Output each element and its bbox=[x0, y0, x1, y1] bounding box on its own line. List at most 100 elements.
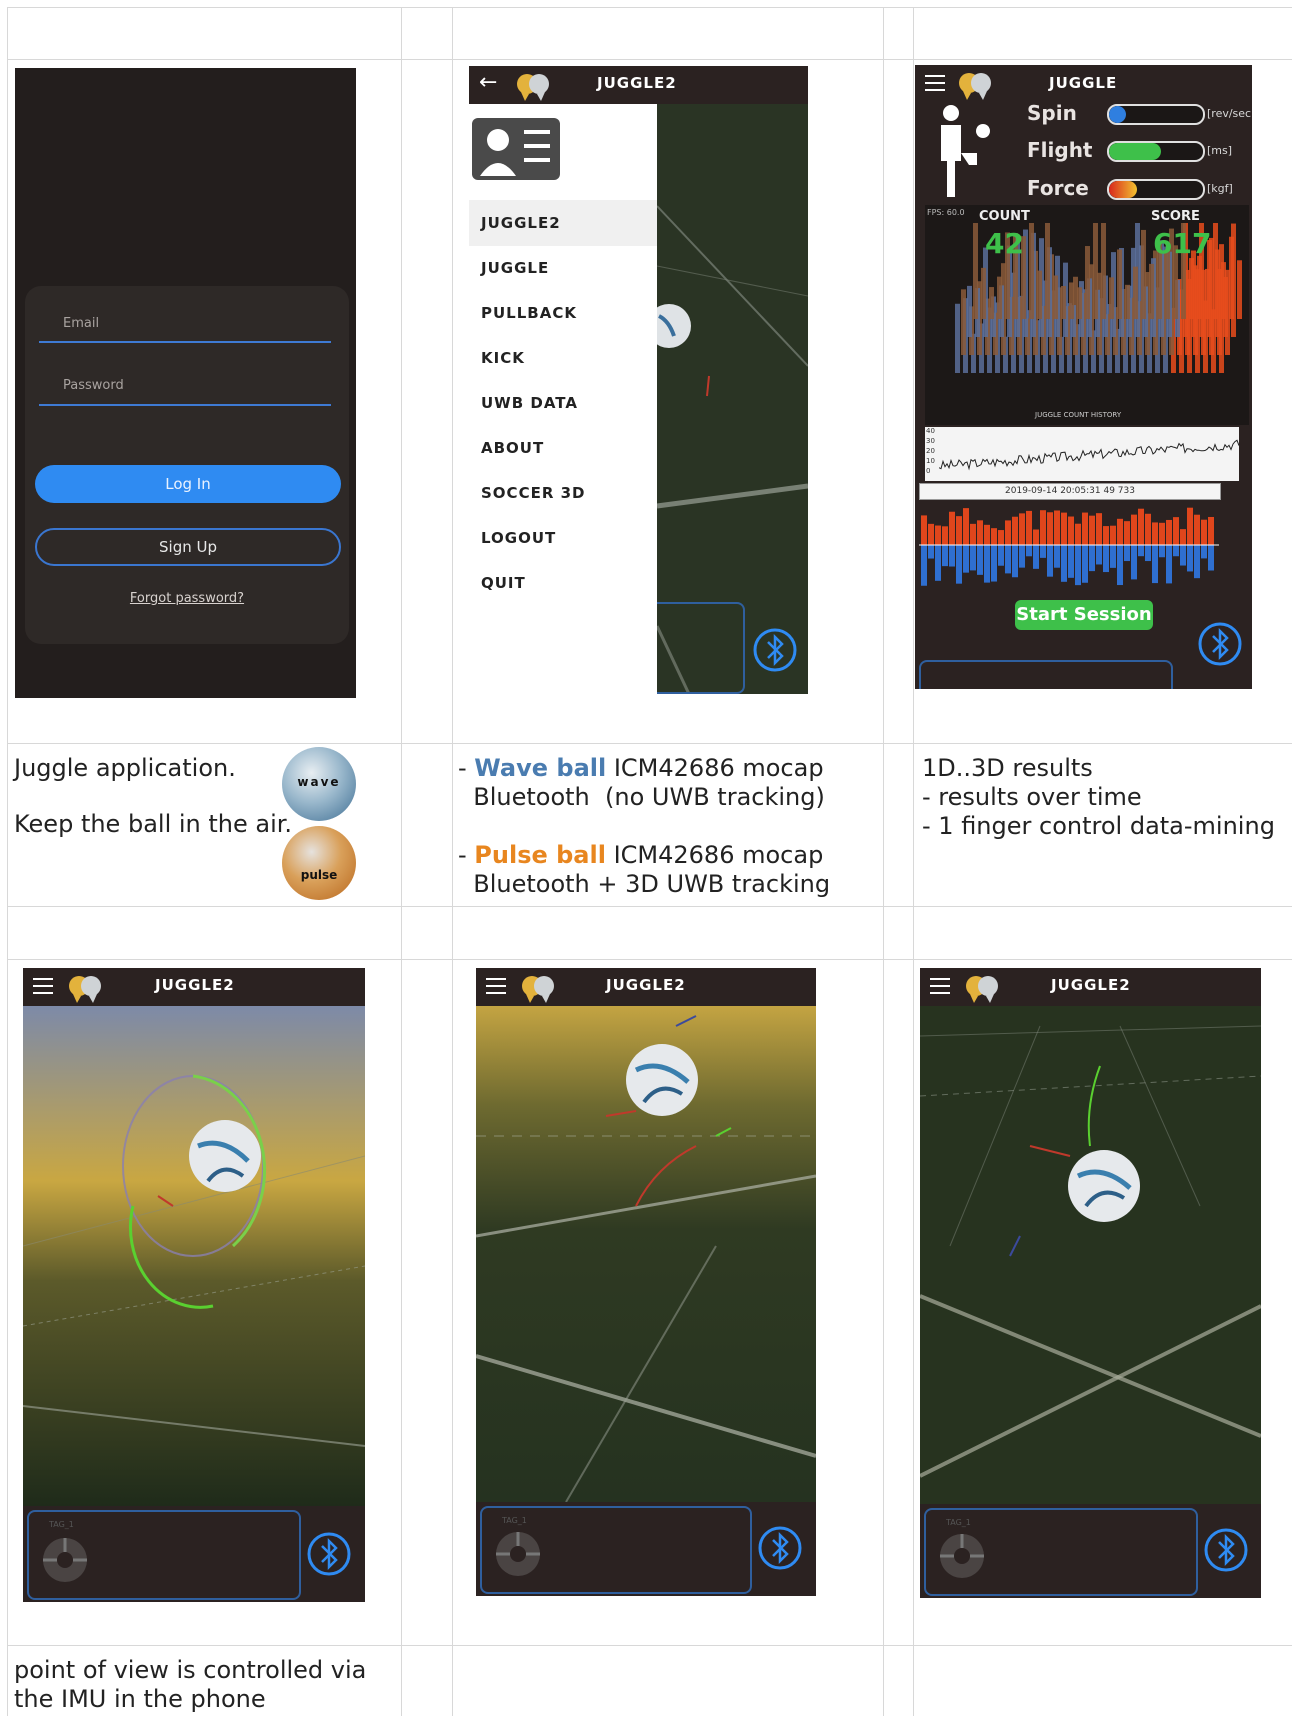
wave-ball-spec: ICM42686 mocap bbox=[606, 754, 824, 782]
lower-bar bbox=[991, 545, 997, 582]
menu-item-uwb-data[interactable]: UWB DATA bbox=[481, 394, 578, 412]
lower-bar bbox=[1082, 545, 1088, 583]
upper-bar bbox=[1173, 517, 1179, 545]
lower-bar bbox=[1110, 545, 1116, 568]
lower-bar bbox=[1040, 545, 1046, 558]
keep-ball-description: Keep the ball in the air. bbox=[14, 810, 293, 838]
app-title: JUGGLE2 bbox=[1051, 976, 1131, 994]
grid-vline bbox=[452, 7, 453, 1716]
bluetooth-icon[interactable] bbox=[1202, 1526, 1250, 1574]
upper-bar bbox=[928, 523, 934, 545]
3d-field-view[interactable] bbox=[476, 1006, 816, 1502]
lower-bar bbox=[1166, 545, 1172, 584]
lower-bar bbox=[1208, 545, 1214, 571]
password-field[interactable]: Password bbox=[63, 378, 124, 393]
3d-field-view[interactable] bbox=[920, 1006, 1261, 1504]
app-title: JUGGLE2 bbox=[606, 976, 686, 994]
grid-vline bbox=[7, 7, 8, 1716]
mirrored-bars[interactable] bbox=[919, 501, 1219, 589]
lower-bar bbox=[921, 545, 927, 586]
lower-bar bbox=[1152, 545, 1158, 584]
medal-icon bbox=[959, 73, 991, 100]
bluetooth-icon[interactable] bbox=[1196, 620, 1244, 668]
upper-bar bbox=[1040, 510, 1046, 545]
login-button[interactable]: Log In bbox=[35, 465, 341, 503]
menu-item-juggle2[interactable]: JUGGLE2 bbox=[481, 214, 561, 232]
bottom-panel: TAG_1 bbox=[476, 1502, 816, 1596]
bluetooth-icon[interactable] bbox=[751, 626, 799, 674]
menu-item-about[interactable]: ABOUT bbox=[481, 439, 544, 457]
upper-bar bbox=[977, 520, 983, 545]
upper-bar bbox=[984, 524, 990, 545]
medal-icon bbox=[517, 74, 549, 101]
lower-bar bbox=[1201, 545, 1207, 559]
medal-icon bbox=[966, 976, 998, 1003]
hamburger-menu-icon[interactable] bbox=[33, 978, 53, 994]
upper-bar bbox=[963, 508, 969, 545]
lower-bar bbox=[1117, 545, 1123, 586]
email-field[interactable]: Email bbox=[63, 316, 99, 331]
history-bar bbox=[973, 223, 978, 319]
upper-bar bbox=[1208, 516, 1214, 545]
grid-hline bbox=[7, 743, 1292, 744]
forgot-password-link[interactable]: Forgot password? bbox=[25, 591, 349, 606]
y-tick: 40 bbox=[926, 427, 935, 435]
back-arrow-icon[interactable]: ← bbox=[479, 70, 497, 95]
device-panel[interactable]: TAG_1 bbox=[924, 1508, 1198, 1596]
menu-item-pullback[interactable]: PULLBACK bbox=[481, 304, 577, 322]
wave-ball-label: wave bbox=[297, 775, 341, 789]
lower-bar bbox=[1194, 545, 1200, 579]
3d-field-view[interactable] bbox=[23, 1006, 365, 1506]
timestamp-bar: 2019-09-14 20:05:31 49 733 bbox=[919, 483, 1221, 500]
start-session-button[interactable]: Start Session bbox=[1015, 600, 1153, 630]
upper-bar bbox=[935, 525, 941, 545]
menu-item-juggle[interactable]: JUGGLE bbox=[481, 259, 549, 277]
history-bar bbox=[1237, 260, 1242, 319]
history-bar bbox=[989, 287, 994, 319]
history-bar bbox=[1101, 223, 1106, 319]
menu-item-logout[interactable]: LOGOUT bbox=[481, 529, 556, 547]
pulse-ball-prefix: - bbox=[458, 841, 475, 869]
juggle-app-description: Juggle application. bbox=[14, 754, 236, 782]
hamburger-menu-icon[interactable] bbox=[930, 978, 950, 994]
menu-item-soccer-3d[interactable]: SOCCER 3D bbox=[481, 484, 585, 502]
history-bar bbox=[1077, 287, 1082, 319]
grid-hline bbox=[7, 959, 1292, 960]
history-bar bbox=[1037, 270, 1042, 319]
spin-gauge-fill bbox=[1109, 106, 1126, 123]
bottom-panel: TAG_1 bbox=[920, 1504, 1261, 1598]
history-bar bbox=[1133, 266, 1138, 319]
bluetooth-icon[interactable] bbox=[305, 1530, 353, 1578]
force-gauge-fill bbox=[1109, 181, 1138, 198]
upper-bar bbox=[1061, 512, 1067, 545]
upper-bar bbox=[1124, 521, 1130, 545]
device-panel[interactable] bbox=[919, 660, 1173, 689]
upper-bar bbox=[1201, 519, 1207, 545]
lower-bar bbox=[928, 545, 934, 559]
device-panel[interactable]: TAG_1 bbox=[480, 1506, 752, 1594]
signup-button[interactable]: Sign Up bbox=[35, 528, 341, 566]
lower-bar bbox=[1145, 545, 1151, 562]
device-panel[interactable] bbox=[657, 602, 745, 694]
upper-bar bbox=[1082, 512, 1088, 545]
history-bar bbox=[1085, 246, 1090, 319]
y-tick: 30 bbox=[926, 437, 935, 445]
navigation-drawer: JUGGLE2 JUGGLE PULLBACK KICK UWB DATA AB… bbox=[469, 104, 657, 694]
top-bar: JUGGLE bbox=[915, 65, 1252, 100]
menu-item-kick[interactable]: KICK bbox=[481, 349, 525, 367]
results-line1: 1D..3D results bbox=[922, 754, 1093, 782]
count-history-line-chart[interactable]: 40 30 20 10 0 bbox=[925, 427, 1239, 481]
history-3d-chart[interactable]: FPS: 60.0 COUNT SCORE 42 617 JUGGLE COUN… bbox=[925, 205, 1249, 425]
history-bar bbox=[1117, 249, 1122, 319]
history-bar bbox=[967, 285, 972, 337]
flight-gauge bbox=[1107, 141, 1205, 162]
lower-bar bbox=[1061, 545, 1067, 582]
hamburger-menu-icon[interactable] bbox=[925, 75, 945, 91]
timestamp-text: 2019-09-14 20:05:31 49 733 bbox=[1005, 486, 1135, 496]
bluetooth-icon[interactable] bbox=[756, 1524, 804, 1572]
menu-item-quit[interactable]: QUIT bbox=[481, 574, 526, 592]
pulse-ball-name: Pulse ball bbox=[474, 841, 606, 869]
hamburger-menu-icon[interactable] bbox=[486, 978, 506, 994]
history-bar bbox=[1029, 223, 1034, 319]
device-panel[interactable]: TAG_1 bbox=[27, 1510, 301, 1600]
